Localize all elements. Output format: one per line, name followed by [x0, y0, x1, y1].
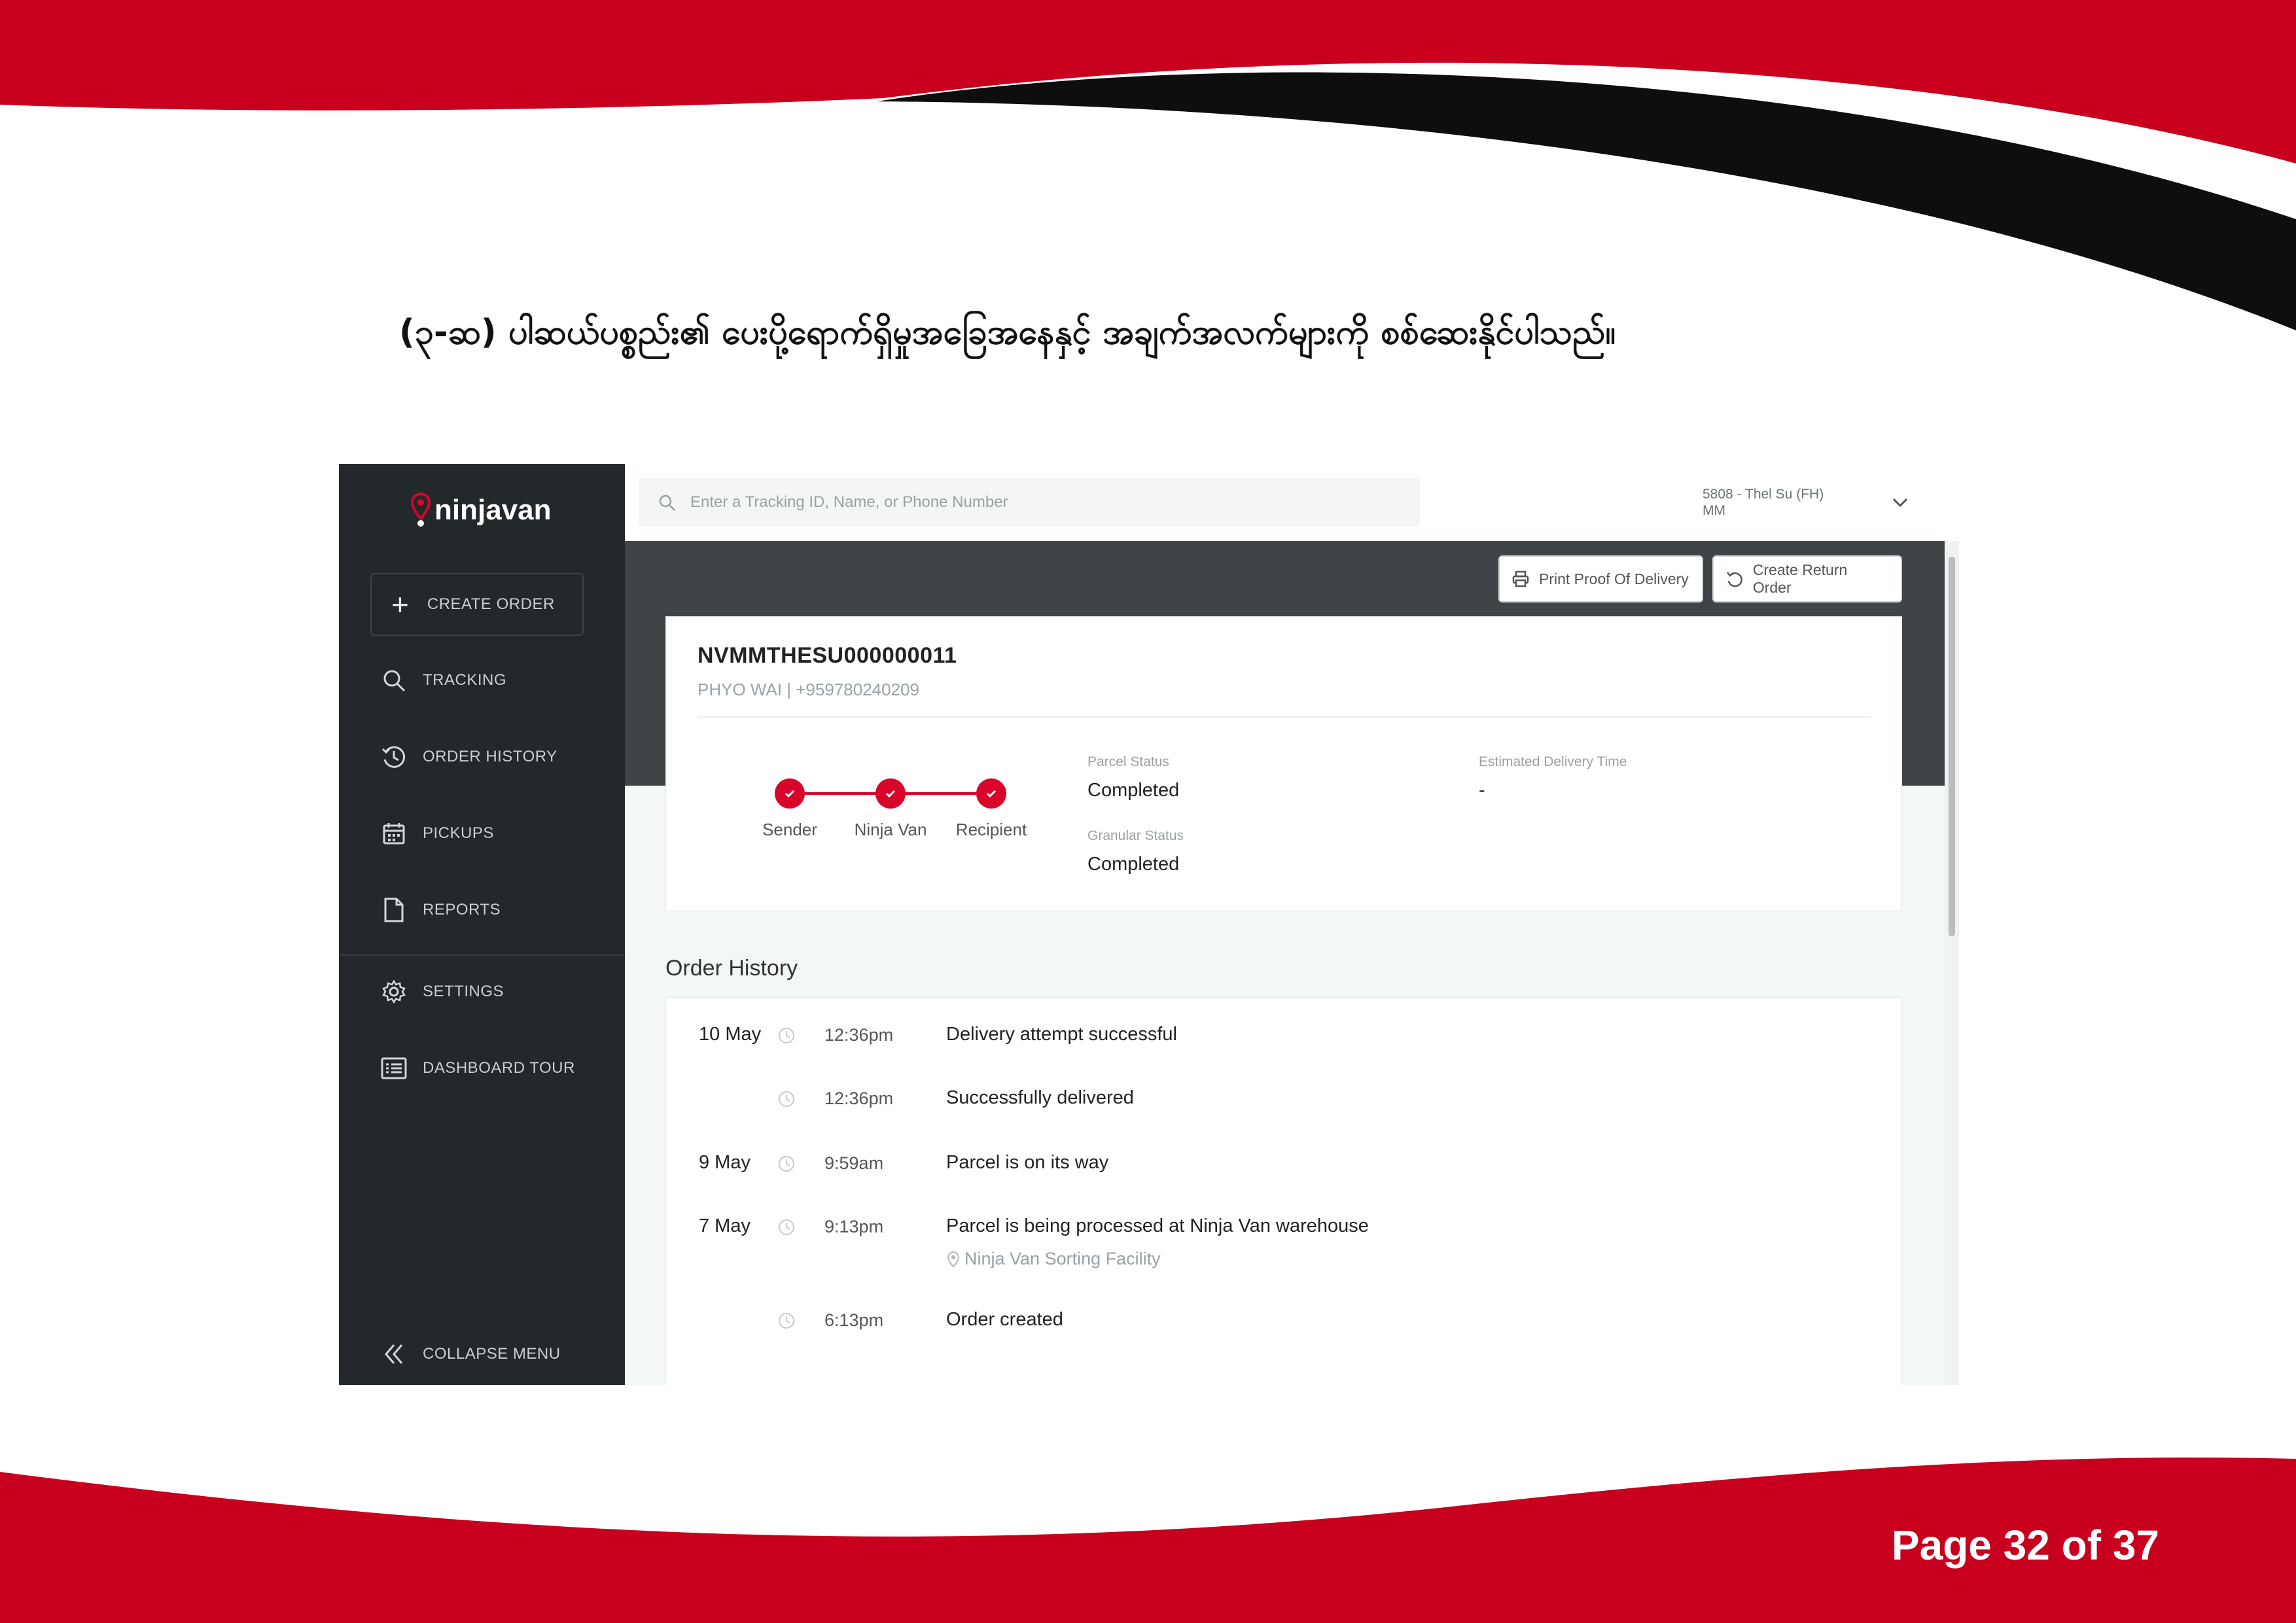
progress-line	[805, 792, 878, 795]
step-label: Recipient	[955, 820, 1027, 839]
sidebar-item-label: DASHBOARD TOUR	[423, 1059, 575, 1077]
account-info[interactable]: 5808 - Thel Su (FH) MM	[1703, 486, 1824, 519]
sidebar-item-settings[interactable]: SETTINGS	[380, 972, 504, 1011]
clock-icon	[779, 1156, 794, 1172]
ninjavan-logo[interactable]: ninjavan	[411, 487, 552, 533]
location-pin-icon	[947, 1251, 960, 1267]
list-icon	[380, 1054, 408, 1083]
order-history-list: 10 May 12:36pm Delivery attempt successf…	[665, 997, 1902, 1385]
sidebar-item-label: PICKUPS	[423, 824, 494, 842]
tracking-id: NVMMTHESU000000011	[698, 643, 957, 668]
event-time: 9:13pm	[824, 1217, 884, 1236]
page-number: Page 32 of 37	[1891, 1522, 2159, 1569]
eta-label: Estimated Delivery Time	[1479, 754, 1627, 769]
print-proof-label: Print Proof Of Delivery	[1539, 570, 1689, 587]
search-icon	[659, 495, 675, 511]
logo-text: ninjavan	[434, 494, 552, 526]
account-country: MM	[1703, 503, 1725, 518]
event-date: 7 May	[699, 1215, 751, 1236]
sidebar-item-pickups[interactable]: PICKUPS	[380, 814, 494, 853]
sidebar-item-dashboard-tour[interactable]: DASHBOARD TOUR	[380, 1049, 575, 1088]
event-time: 6:13pm	[824, 1310, 884, 1330]
create-order-button[interactable]: + CREATE ORDER	[370, 573, 584, 636]
clock-icon	[779, 1028, 794, 1043]
event-time: 12:36pm	[824, 1025, 894, 1045]
collapse-menu-label: COLLAPSE MENU	[423, 1345, 561, 1363]
step-label: Ninja Van	[854, 820, 927, 839]
event-description: Parcel is on its way	[946, 1152, 1109, 1173]
instruction-heading: (၃-ဆ) ပါဆယ်ပစ္စည်း၏ ပေးပို့ရောက်ရှိမှုအခ…	[399, 313, 1616, 352]
recipient-info: PHYO WAI | +959780240209	[698, 680, 919, 699]
event-location: Ninja Van Sorting Facility	[946, 1249, 1161, 1269]
account-name: 5808 - Thel Su (FH)	[1703, 487, 1824, 502]
sidebar-divider	[339, 954, 625, 956]
event-time: 9:59am	[824, 1153, 884, 1173]
order-history-title: Order History	[665, 956, 798, 981]
gear-icon	[380, 977, 408, 1006]
sidebar-item-tracking[interactable]: TRACKING	[380, 661, 506, 700]
ninjavan-dashboard-screenshot: ninjavan + CREATE ORDER TRACKING ORDER H…	[339, 464, 1959, 1385]
clock-icon	[779, 1091, 794, 1107]
eta-value: -	[1479, 780, 1485, 801]
progress-line	[906, 792, 979, 795]
event-time: 12:36pm	[824, 1089, 894, 1108]
event-description: Successfully delivered	[946, 1087, 1134, 1108]
step-ninjavan-check-icon	[875, 778, 906, 809]
event-date: 9 May	[699, 1152, 751, 1173]
parcel-status-label: Parcel Status	[1087, 754, 1169, 769]
granular-status-value: Completed	[1087, 854, 1180, 875]
top-bar: 5808 - Thel Su (FH) MM	[625, 464, 1959, 541]
sidebar-item-label: ORDER HISTORY	[423, 748, 557, 765]
double-chevron-left-icon	[380, 1340, 408, 1369]
step-sender-check-icon	[775, 778, 805, 809]
sidebar-item-order-history[interactable]: ORDER HISTORY	[380, 737, 557, 777]
parcel-status-value: Completed	[1087, 780, 1180, 801]
plus-icon: +	[391, 587, 409, 621]
collapse-menu-button[interactable]: COLLAPSE MENU	[380, 1335, 561, 1374]
event-description: Parcel is being processed at Ninja Van w…	[946, 1215, 1369, 1236]
chevron-down-icon[interactable]	[1888, 493, 1912, 512]
step-recipient-check-icon	[976, 778, 1006, 809]
sidebar-item-label: TRACKING	[423, 671, 507, 689]
create-order-label: CREATE ORDER	[427, 595, 555, 613]
event-description: Delivery attempt successful	[946, 1024, 1177, 1045]
event-location-text: Ninja Van Sorting Facility	[964, 1249, 1161, 1268]
printer-icon	[1512, 570, 1529, 587]
vertical-scrollbar[interactable]	[1945, 541, 1959, 1385]
undo-icon	[1727, 572, 1742, 587]
create-return-order-button[interactable]: Create Return Order	[1712, 555, 1902, 602]
location-pin-icon	[411, 493, 431, 527]
print-proof-of-delivery-button[interactable]: Print Proof Of Delivery	[1498, 555, 1703, 602]
granular-status-label: Granular Status	[1087, 828, 1184, 843]
header-swoosh-decoration	[0, 0, 2296, 331]
history-icon	[380, 742, 408, 771]
clock-icon	[779, 1219, 794, 1235]
search-input[interactable]	[690, 493, 1410, 512]
sidebar-item-label: SETTINGS	[423, 983, 504, 1000]
card-divider	[698, 716, 1871, 718]
step-label: Sender	[762, 820, 817, 839]
event-date: 10 May	[699, 1024, 762, 1045]
create-return-label: Create Return Order	[1752, 561, 1848, 596]
search-bar	[639, 478, 1420, 527]
calendar-icon	[380, 819, 408, 848]
search-icon	[380, 666, 408, 695]
sidebar-item-label: REPORTS	[423, 901, 501, 918]
document-icon	[380, 896, 408, 924]
scrollbar-thumb[interactable]	[1949, 557, 1955, 936]
sidebar: ninjavan + CREATE ORDER TRACKING ORDER H…	[339, 464, 625, 1385]
order-summary-card: NVMMTHESU000000011 PHYO WAI | +959780240…	[665, 616, 1902, 911]
clock-icon	[779, 1313, 794, 1329]
sidebar-item-reports[interactable]: REPORTS	[380, 890, 501, 930]
event-description: Order created	[946, 1309, 1063, 1330]
